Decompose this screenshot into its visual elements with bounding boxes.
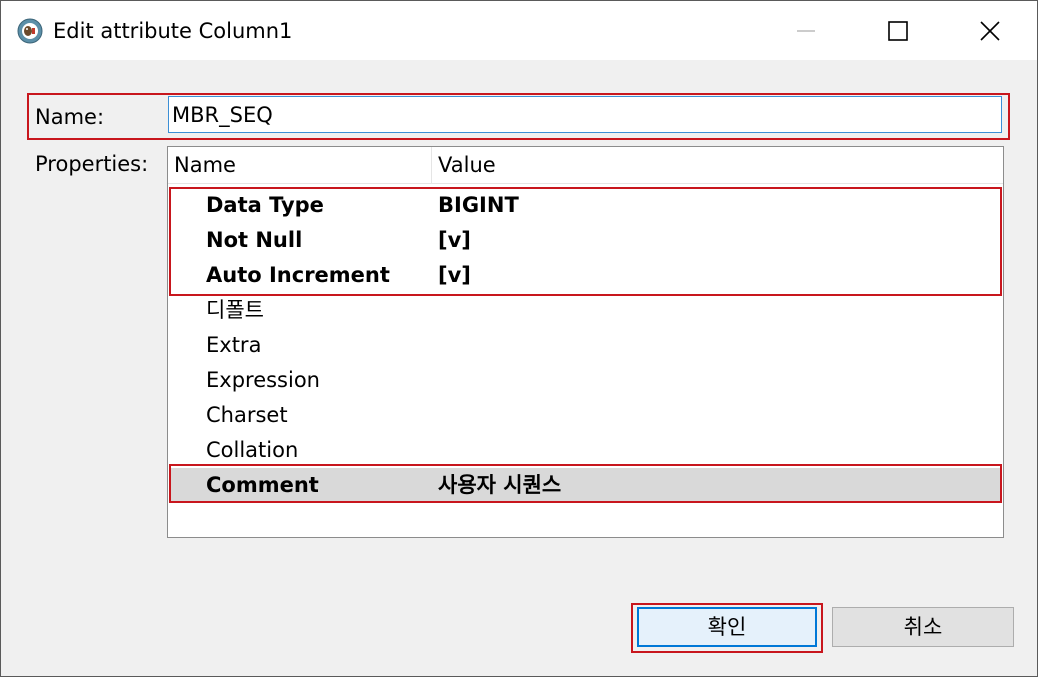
row-name: Comment — [206, 473, 319, 497]
table-row-collation[interactable]: Collation — [169, 433, 1002, 468]
table-row-charset[interactable]: Charset — [169, 398, 1002, 433]
ok-button[interactable]: 확인 — [637, 607, 817, 647]
table-row-expression[interactable]: Expression — [169, 363, 1002, 398]
row-name: 디폴트 — [206, 298, 264, 322]
row-name: Charset — [206, 403, 288, 427]
row-name: Not Null — [206, 228, 303, 252]
close-icon — [980, 21, 1000, 41]
table-row-data-type[interactable]: Data Type BIGINT — [169, 188, 1002, 223]
table-row-default[interactable]: 디폴트 — [169, 293, 1002, 328]
maximize-icon — [888, 21, 908, 41]
maximize-button[interactable] — [852, 1, 944, 60]
row-value[interactable]: [v] — [438, 262, 471, 288]
minimize-button[interactable] — [760, 1, 852, 60]
properties-table[interactable]: Name Value Data Type BIGINT Not Null [v]… — [167, 146, 1004, 538]
row-value[interactable]: [v] — [438, 227, 471, 253]
row-name: Data Type — [206, 193, 324, 217]
window-title: Edit attribute Column1 — [53, 19, 293, 43]
title-bar[interactable]: Edit attribute Column1 — [1, 1, 1037, 60]
cancel-button[interactable]: 취소 — [832, 607, 1014, 647]
row-name: Auto Increment — [206, 263, 390, 287]
name-label: Name: — [35, 105, 105, 129]
properties-label: Properties: — [35, 152, 149, 176]
column-header-name[interactable]: Name — [174, 152, 236, 178]
table-row-extra[interactable]: Extra — [169, 328, 1002, 363]
column-header-value[interactable]: Value — [438, 152, 496, 178]
dialog-window: Edit attribute Column1 Name: Properties:… — [0, 0, 1038, 677]
table-row-not-null[interactable]: Not Null [v] — [169, 223, 1002, 258]
row-name: Extra — [206, 333, 262, 357]
table-row-comment[interactable]: Comment 사용자 시퀀스 — [169, 468, 1002, 503]
table-header: Name Value — [168, 147, 1003, 184]
column-separator[interactable] — [431, 147, 432, 183]
dbeaver-beaver-icon — [17, 18, 43, 44]
name-input[interactable] — [168, 96, 1002, 133]
row-name: Collation — [206, 438, 299, 462]
table-row-auto-increment[interactable]: Auto Increment [v] — [169, 258, 1002, 293]
row-value[interactable]: 사용자 시퀀스 — [438, 472, 561, 498]
row-name: Expression — [206, 368, 320, 392]
minimize-icon — [797, 30, 815, 32]
close-button[interactable] — [944, 1, 1036, 60]
row-value[interactable]: BIGINT — [438, 192, 519, 218]
